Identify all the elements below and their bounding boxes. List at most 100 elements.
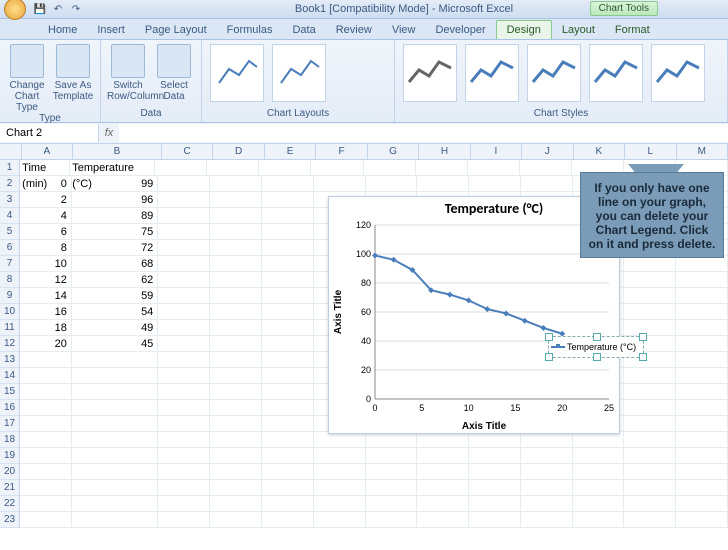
cell[interactable] xyxy=(72,432,158,448)
cell[interactable] xyxy=(417,480,469,496)
row-header[interactable]: 21 xyxy=(0,480,20,496)
row-header[interactable]: 2 xyxy=(0,176,20,192)
cell[interactable] xyxy=(158,224,210,240)
cell[interactable] xyxy=(262,384,314,400)
cell[interactable] xyxy=(676,336,728,352)
cell[interactable] xyxy=(72,496,158,512)
tab-insert[interactable]: Insert xyxy=(87,21,135,39)
cell[interactable] xyxy=(314,512,366,528)
tab-home[interactable]: Home xyxy=(38,21,87,39)
cell[interactable] xyxy=(521,512,573,528)
cell[interactable] xyxy=(676,320,728,336)
cell[interactable] xyxy=(624,496,676,512)
cell[interactable]: 18 xyxy=(20,320,72,336)
tab-formulas[interactable]: Formulas xyxy=(217,21,283,39)
cell[interactable] xyxy=(158,352,210,368)
cell[interactable] xyxy=(417,512,469,528)
cell[interactable]: 89 xyxy=(72,208,158,224)
chart-style-thumb[interactable] xyxy=(527,44,581,102)
cell[interactable] xyxy=(158,400,210,416)
cell[interactable]: 16 xyxy=(20,304,72,320)
cell[interactable] xyxy=(72,480,158,496)
cell[interactable] xyxy=(155,160,207,176)
cell[interactable] xyxy=(624,272,676,288)
cell[interactable] xyxy=(573,512,625,528)
cell[interactable] xyxy=(469,496,521,512)
cell[interactable] xyxy=(469,512,521,528)
cell[interactable] xyxy=(20,464,72,480)
save-icon[interactable]: 💾 xyxy=(32,1,48,17)
cell[interactable] xyxy=(469,480,521,496)
cell[interactable] xyxy=(262,272,314,288)
cell[interactable] xyxy=(262,336,314,352)
cell[interactable] xyxy=(210,432,262,448)
cell[interactable] xyxy=(158,416,210,432)
cell[interactable] xyxy=(366,464,418,480)
cell[interactable] xyxy=(210,416,262,432)
cell[interactable] xyxy=(158,320,210,336)
cell[interactable] xyxy=(210,368,262,384)
cell[interactable] xyxy=(72,368,158,384)
cell[interactable] xyxy=(20,384,72,400)
cell[interactable] xyxy=(521,496,573,512)
tab-view[interactable]: View xyxy=(382,21,426,39)
cell[interactable] xyxy=(366,496,418,512)
cell[interactable] xyxy=(259,160,311,176)
cell[interactable] xyxy=(72,512,158,528)
office-button[interactable] xyxy=(4,0,26,20)
tab-format[interactable]: Format xyxy=(605,21,660,39)
cell[interactable] xyxy=(468,160,520,176)
column-header[interactable]: B xyxy=(73,144,162,160)
cell[interactable] xyxy=(262,208,314,224)
row-header[interactable]: 23 xyxy=(0,512,20,528)
tab-page-layout[interactable]: Page Layout xyxy=(135,21,217,39)
row-header[interactable]: 8 xyxy=(0,272,20,288)
cell[interactable]: Time (min) xyxy=(20,160,70,176)
cell[interactable]: 8 xyxy=(20,240,72,256)
row-header[interactable]: 11 xyxy=(0,320,20,336)
chart-style-thumb[interactable] xyxy=(403,44,457,102)
cell[interactable] xyxy=(72,384,158,400)
column-header[interactable]: G xyxy=(368,144,419,160)
cell[interactable] xyxy=(314,496,366,512)
cell[interactable] xyxy=(158,304,210,320)
cell[interactable] xyxy=(158,192,210,208)
cell[interactable] xyxy=(573,448,625,464)
cell[interactable] xyxy=(158,336,210,352)
row-header[interactable]: 14 xyxy=(0,368,20,384)
undo-icon[interactable]: ↶ xyxy=(50,1,66,17)
cell[interactable] xyxy=(262,288,314,304)
cell[interactable] xyxy=(20,352,72,368)
cell[interactable] xyxy=(72,352,158,368)
cell[interactable] xyxy=(624,400,676,416)
row-header[interactable]: 3 xyxy=(0,192,20,208)
cell[interactable] xyxy=(676,512,728,528)
cell[interactable] xyxy=(158,496,210,512)
cell[interactable] xyxy=(676,352,728,368)
cell[interactable] xyxy=(210,384,262,400)
cell[interactable] xyxy=(676,432,728,448)
cell[interactable] xyxy=(20,368,72,384)
cell[interactable] xyxy=(20,400,72,416)
cell[interactable] xyxy=(676,400,728,416)
cell[interactable] xyxy=(158,384,210,400)
chart-layout-thumb[interactable] xyxy=(272,44,326,102)
cell[interactable]: 54 xyxy=(72,304,158,320)
cell[interactable] xyxy=(210,208,262,224)
cell[interactable] xyxy=(416,160,468,176)
cell[interactable] xyxy=(20,432,72,448)
row-header[interactable]: 12 xyxy=(0,336,20,352)
cell[interactable] xyxy=(520,160,572,176)
cell[interactable] xyxy=(624,432,676,448)
cell[interactable]: 4 xyxy=(20,208,72,224)
cell[interactable] xyxy=(158,448,210,464)
tab-developer[interactable]: Developer xyxy=(425,21,495,39)
cell[interactable]: 12 xyxy=(20,272,72,288)
row-header[interactable]: 6 xyxy=(0,240,20,256)
cell[interactable] xyxy=(210,192,262,208)
cell[interactable] xyxy=(158,432,210,448)
row-header[interactable]: 17 xyxy=(0,416,20,432)
save-as-template-button[interactable]: Save As Template xyxy=(52,42,94,102)
column-header[interactable]: C xyxy=(162,144,213,160)
cell[interactable] xyxy=(158,464,210,480)
